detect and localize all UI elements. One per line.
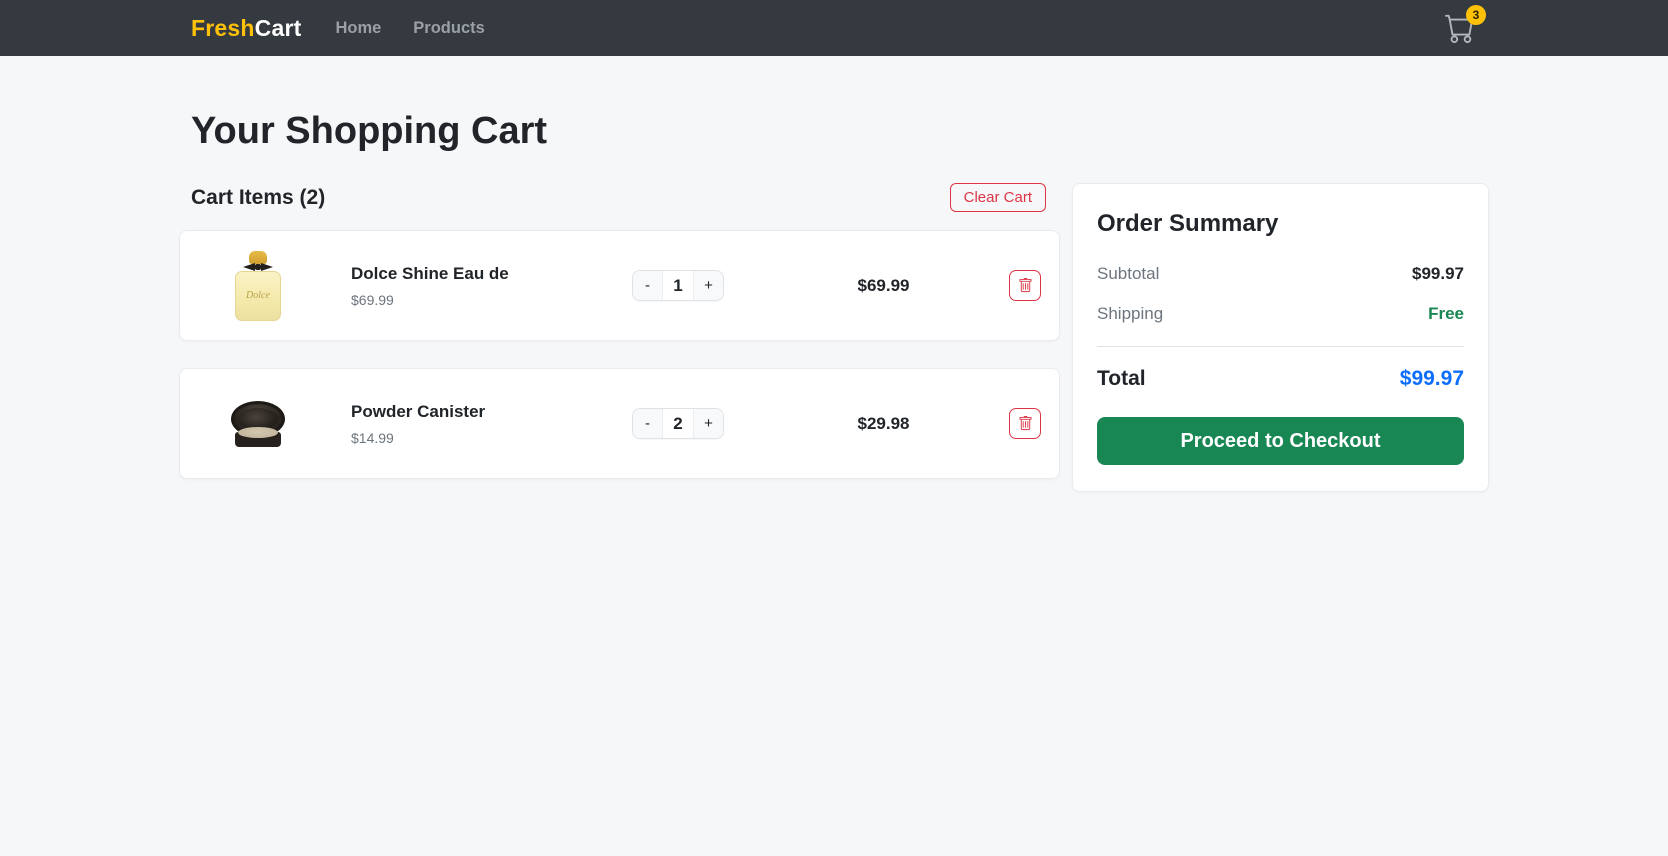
total-value: $99.97 xyxy=(1399,367,1464,390)
page-title: Your Shopping Cart xyxy=(191,110,548,152)
summary-title: Order Summary xyxy=(1097,210,1279,237)
cart-items-section: Cart Items (2) Clear Cart Dolce Dolce Sh… xyxy=(179,183,1060,506)
trash-icon xyxy=(1018,278,1032,293)
clear-cart-button[interactable]: Clear Cart xyxy=(949,183,1046,212)
nav-links: Home Products xyxy=(335,19,484,38)
nav-cart-button[interactable]: 3 xyxy=(1443,5,1486,45)
perfume-label-text: Dolce xyxy=(246,290,270,301)
nav-link-home[interactable]: Home xyxy=(335,19,381,38)
remove-item-button[interactable] xyxy=(1009,408,1041,439)
item-name: Powder Canister xyxy=(351,401,486,421)
quantity-increase-button[interactable]: + xyxy=(693,271,723,300)
summary-divider xyxy=(1097,346,1464,347)
cart-items-header-row: Cart Items (2) Clear Cart xyxy=(179,183,1060,212)
order-summary-card: Order Summary Subtotal $99.97 Shipping F… xyxy=(1072,183,1489,492)
item-unit-price: $69.99 xyxy=(351,291,394,308)
item-name: Dolce Shine Eau de xyxy=(351,263,509,283)
summary-subtotal-row: Subtotal $99.97 xyxy=(1097,264,1464,284)
quantity-value: 1 xyxy=(663,271,693,300)
main-content: Your Shopping Cart Cart Items (2) Clear … xyxy=(179,110,1489,506)
quantity-stepper: - 2 + xyxy=(632,408,724,439)
cart-item-row: Powder Canister $14.99 - 2 + $29.98 xyxy=(179,368,1060,479)
item-info: Powder Canister $14.99 xyxy=(308,402,598,446)
shipping-value: Free xyxy=(1428,304,1464,323)
checkout-button[interactable]: Proceed to Checkout xyxy=(1097,417,1464,465)
subtotal-label: Subtotal xyxy=(1097,264,1160,283)
perfume-body: Dolce xyxy=(235,270,281,321)
shipping-label: Shipping xyxy=(1097,304,1164,323)
quantity-value: 2 xyxy=(663,409,693,438)
quantity-stepper: - 1 + xyxy=(632,270,724,301)
brand-logo[interactable]: FreshCart xyxy=(191,15,301,42)
item-info: Dolce Shine Eau de $69.99 xyxy=(308,264,598,308)
item-unit-price: $14.99 xyxy=(351,429,394,446)
trash-icon xyxy=(1018,416,1032,431)
cart-badge: 3 xyxy=(1466,5,1486,25)
product-image-perfume: Dolce xyxy=(208,250,308,321)
subtotal-value: $99.97 xyxy=(1412,264,1464,283)
line-total: $29.98 xyxy=(857,413,910,433)
remove-item-button[interactable] xyxy=(1009,270,1041,301)
brand-accent-text: Fresh xyxy=(191,14,255,41)
brand-rest-text: Cart xyxy=(254,14,302,41)
summary-total-row: Total $99.97 xyxy=(1097,367,1464,391)
product-image-powder-compact xyxy=(208,400,308,447)
summary-shipping-row: Shipping Free xyxy=(1097,304,1464,324)
perfume-bow xyxy=(243,262,273,272)
quantity-decrease-button[interactable]: - xyxy=(633,409,663,438)
quantity-increase-button[interactable]: + xyxy=(693,409,723,438)
quantity-decrease-button[interactable]: - xyxy=(633,271,663,300)
total-label: Total xyxy=(1097,367,1146,390)
compact-base xyxy=(235,426,281,447)
navbar: FreshCart Home Products 3 xyxy=(0,0,1668,56)
cart-item-row: Dolce Dolce Shine Eau de $69.99 - 1 + $6… xyxy=(179,230,1060,341)
cart-items-count-heading: Cart Items (2) xyxy=(191,185,326,209)
order-summary-section: Order Summary Subtotal $99.97 Shipping F… xyxy=(1072,183,1489,492)
line-total: $69.99 xyxy=(857,275,910,295)
nav-link-products[interactable]: Products xyxy=(413,19,485,38)
